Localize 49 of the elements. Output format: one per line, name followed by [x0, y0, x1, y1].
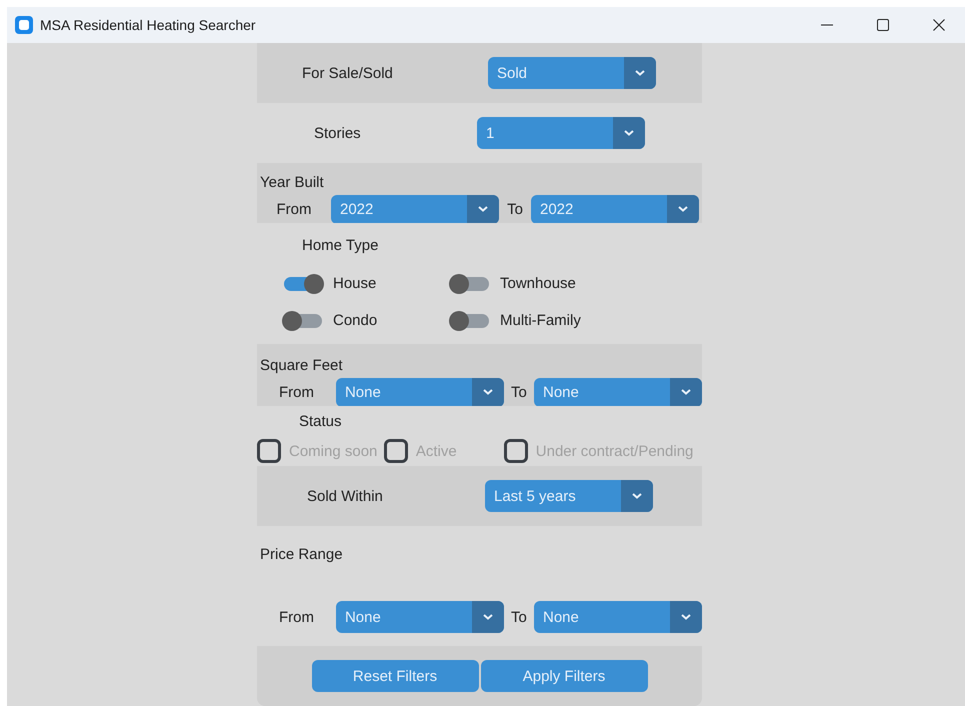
chevron-down-icon	[632, 493, 642, 499]
chevron-down-icon	[478, 206, 488, 212]
chevron-down-icon	[482, 389, 493, 395]
dropdown[interactable]: None	[336, 378, 504, 406]
square-feet-label: Square Feet	[260, 357, 344, 374]
checkbox-label: Active	[416, 442, 457, 460]
toggle-switch[interactable]	[451, 314, 489, 328]
dropdown[interactable]: 2022	[331, 194, 499, 224]
status-label: Status	[299, 413, 342, 430]
checkbox-label: Coming soon	[289, 442, 378, 460]
chevron-down-icon	[482, 614, 493, 620]
from-label: From	[278, 384, 315, 400]
to-label: To	[510, 608, 528, 626]
sold-within-label: Sold Within	[307, 488, 384, 504]
close-icon[interactable]	[933, 19, 945, 31]
year-built-label: Year Built	[260, 174, 325, 191]
toggle-switch[interactable]	[451, 276, 489, 290]
chevron-down-icon	[681, 389, 691, 395]
dropdown[interactable]: None	[336, 601, 504, 633]
chevron-down-icon	[635, 70, 645, 76]
checkbox-label: Under contract/Pending	[536, 442, 694, 460]
window-title: MSA Residential Heating Searcher	[40, 17, 256, 33]
stories-label: Stories	[314, 124, 362, 142]
toggle-label: Townhouse	[500, 275, 576, 292]
dropdown[interactable]: Sold	[488, 57, 656, 89]
sale-status-label: For Sale/Sold	[302, 64, 394, 82]
filter-button[interactable]: Apply Filters	[480, 660, 648, 692]
price-range-label: Price Range	[260, 546, 344, 563]
to-label: To	[506, 200, 524, 218]
chevron-down-icon	[678, 206, 688, 212]
toggle-label: Multi-Family	[500, 312, 581, 329]
home-type-label: Home Type	[302, 237, 378, 254]
chevron-down-icon	[624, 130, 634, 136]
dropdown[interactable]: None	[534, 378, 702, 406]
toggle-switch[interactable]	[284, 314, 322, 328]
from-label: From	[276, 200, 312, 218]
toggle-label: House	[333, 275, 376, 292]
dropdown[interactable]: 1	[477, 117, 645, 149]
toggle-label: Condo	[333, 312, 378, 329]
from-label: From	[278, 608, 315, 626]
app-icon	[15, 16, 33, 34]
dropdown[interactable]: 2022	[531, 194, 699, 224]
dropdown[interactable]: None	[534, 601, 702, 633]
maximize-icon[interactable]	[877, 19, 889, 31]
toggle-switch[interactable]	[284, 276, 322, 290]
filter-button[interactable]: Reset Filters	[312, 660, 478, 692]
to-label: To	[510, 384, 528, 400]
chevron-down-icon	[681, 614, 691, 620]
dropdown[interactable]: Last 5 years	[485, 480, 653, 512]
